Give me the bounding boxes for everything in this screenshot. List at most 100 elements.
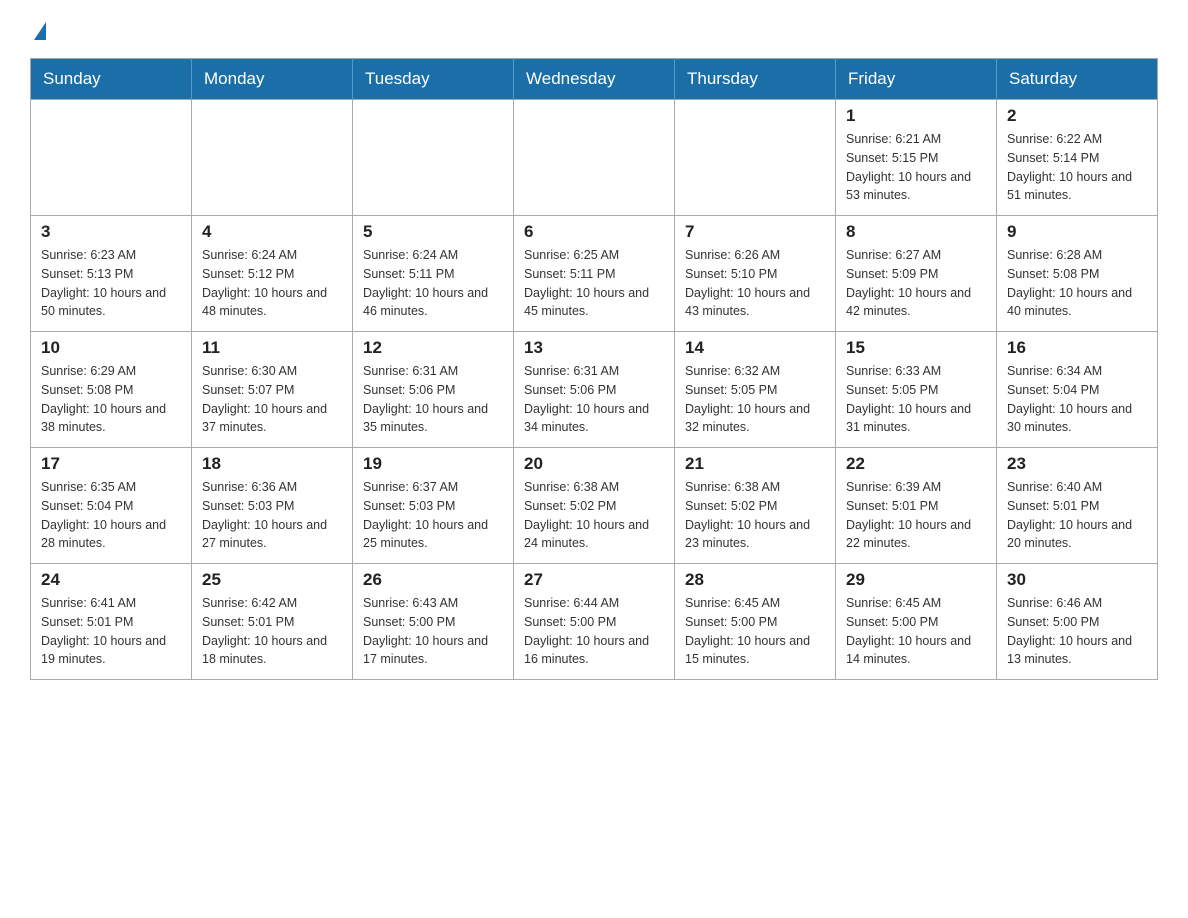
- calendar-cell: 7 Sunrise: 6:26 AMSunset: 5:10 PMDaylight…: [675, 216, 836, 332]
- calendar-cell: 21 Sunrise: 6:38 AMSunset: 5:02 PMDayligh…: [675, 448, 836, 564]
- calendar-cell: 20 Sunrise: 6:38 AMSunset: 5:02 PMDayligh…: [514, 448, 675, 564]
- calendar-cell: [353, 100, 514, 216]
- day-number: 10: [41, 338, 181, 358]
- day-number: 9: [1007, 222, 1147, 242]
- day-number: 1: [846, 106, 986, 126]
- day-info: Sunrise: 6:37 AMSunset: 5:03 PMDaylight:…: [363, 478, 503, 553]
- day-info: Sunrise: 6:31 AMSunset: 5:06 PMDaylight:…: [363, 362, 503, 437]
- day-info: Sunrise: 6:33 AMSunset: 5:05 PMDaylight:…: [846, 362, 986, 437]
- week-row-1: 1 Sunrise: 6:21 AMSunset: 5:15 PMDaylight…: [31, 100, 1158, 216]
- day-number: 20: [524, 454, 664, 474]
- weekday-header-row: SundayMondayTuesdayWednesdayThursdayFrid…: [31, 59, 1158, 100]
- day-number: 25: [202, 570, 342, 590]
- calendar-cell: 2 Sunrise: 6:22 AMSunset: 5:14 PMDaylight…: [997, 100, 1158, 216]
- weekday-header-friday: Friday: [836, 59, 997, 100]
- day-number: 30: [1007, 570, 1147, 590]
- day-info: Sunrise: 6:29 AMSunset: 5:08 PMDaylight:…: [41, 362, 181, 437]
- day-info: Sunrise: 6:34 AMSunset: 5:04 PMDaylight:…: [1007, 362, 1147, 437]
- day-info: Sunrise: 6:32 AMSunset: 5:05 PMDaylight:…: [685, 362, 825, 437]
- day-number: 22: [846, 454, 986, 474]
- calendar-cell: 28 Sunrise: 6:45 AMSunset: 5:00 PMDayligh…: [675, 564, 836, 680]
- calendar-cell: 5Sunrise: 6:24 AMSunset: 5:11 PMDaylight…: [353, 216, 514, 332]
- calendar-cell: 17Sunrise: 6:35 AMSunset: 5:04 PMDayligh…: [31, 448, 192, 564]
- weekday-header-monday: Monday: [192, 59, 353, 100]
- calendar-cell: 27Sunrise: 6:44 AMSunset: 5:00 PMDayligh…: [514, 564, 675, 680]
- week-row-3: 10 Sunrise: 6:29 AMSunset: 5:08 PMDayligh…: [31, 332, 1158, 448]
- day-info: Sunrise: 6:24 AMSunset: 5:11 PMDaylight:…: [363, 246, 503, 321]
- day-info: Sunrise: 6:36 AMSunset: 5:03 PMDaylight:…: [202, 478, 342, 553]
- calendar-cell: 8 Sunrise: 6:27 AMSunset: 5:09 PMDaylight…: [836, 216, 997, 332]
- day-info: Sunrise: 6:38 AMSunset: 5:02 PMDaylight:…: [685, 478, 825, 553]
- calendar-cell: 6 Sunrise: 6:25 AMSunset: 5:11 PMDaylight…: [514, 216, 675, 332]
- calendar-cell: 29 Sunrise: 6:45 AMSunset: 5:00 PMDayligh…: [836, 564, 997, 680]
- day-info: Sunrise: 6:28 AMSunset: 5:08 PMDaylight:…: [1007, 246, 1147, 321]
- day-info: Sunrise: 6:23 AMSunset: 5:13 PMDaylight:…: [41, 246, 181, 321]
- calendar-cell: [192, 100, 353, 216]
- day-info: Sunrise: 6:27 AMSunset: 5:09 PMDaylight:…: [846, 246, 986, 321]
- day-info: Sunrise: 6:43 AMSunset: 5:00 PMDaylight:…: [363, 594, 503, 669]
- day-number: 18: [202, 454, 342, 474]
- day-number: 16: [1007, 338, 1147, 358]
- day-info: Sunrise: 6:45 AMSunset: 5:00 PMDaylight:…: [846, 594, 986, 669]
- day-info: Sunrise: 6:45 AMSunset: 5:00 PMDaylight:…: [685, 594, 825, 669]
- calendar-cell: [31, 100, 192, 216]
- calendar-table: SundayMondayTuesdayWednesdayThursdayFrid…: [30, 58, 1158, 680]
- calendar-cell: 15 Sunrise: 6:33 AMSunset: 5:05 PMDayligh…: [836, 332, 997, 448]
- calendar-cell: 3 Sunrise: 6:23 AMSunset: 5:13 PMDaylight…: [31, 216, 192, 332]
- weekday-header-sunday: Sunday: [31, 59, 192, 100]
- day-number: 21: [685, 454, 825, 474]
- calendar-cell: 1 Sunrise: 6:21 AMSunset: 5:15 PMDaylight…: [836, 100, 997, 216]
- day-info: Sunrise: 6:30 AMSunset: 5:07 PMDaylight:…: [202, 362, 342, 437]
- day-number: 7: [685, 222, 825, 242]
- day-info: Sunrise: 6:41 AMSunset: 5:01 PMDaylight:…: [41, 594, 181, 669]
- calendar-cell: 16 Sunrise: 6:34 AMSunset: 5:04 PMDayligh…: [997, 332, 1158, 448]
- day-number: 2: [1007, 106, 1147, 126]
- weekday-header-wednesday: Wednesday: [514, 59, 675, 100]
- calendar-cell: 23 Sunrise: 6:40 AMSunset: 5:01 PMDayligh…: [997, 448, 1158, 564]
- day-info: Sunrise: 6:38 AMSunset: 5:02 PMDaylight:…: [524, 478, 664, 553]
- calendar-cell: 24 Sunrise: 6:41 AMSunset: 5:01 PMDayligh…: [31, 564, 192, 680]
- day-info: Sunrise: 6:25 AMSunset: 5:11 PMDaylight:…: [524, 246, 664, 321]
- logo-triangle-icon: [34, 22, 46, 40]
- day-number: 8: [846, 222, 986, 242]
- day-number: 26: [363, 570, 503, 590]
- calendar-cell: [675, 100, 836, 216]
- day-number: 29: [846, 570, 986, 590]
- day-info: Sunrise: 6:24 AMSunset: 5:12 PMDaylight:…: [202, 246, 342, 321]
- calendar-cell: 19Sunrise: 6:37 AMSunset: 5:03 PMDayligh…: [353, 448, 514, 564]
- week-row-4: 17Sunrise: 6:35 AMSunset: 5:04 PMDayligh…: [31, 448, 1158, 564]
- day-number: 3: [41, 222, 181, 242]
- calendar-cell: 18 Sunrise: 6:36 AMSunset: 5:03 PMDayligh…: [192, 448, 353, 564]
- calendar-cell: 14 Sunrise: 6:32 AMSunset: 5:05 PMDayligh…: [675, 332, 836, 448]
- logo: [30, 20, 46, 38]
- calendar-cell: 11Sunrise: 6:30 AMSunset: 5:07 PMDayligh…: [192, 332, 353, 448]
- day-info: Sunrise: 6:22 AMSunset: 5:14 PMDaylight:…: [1007, 130, 1147, 205]
- calendar-cell: 26 Sunrise: 6:43 AMSunset: 5:00 PMDayligh…: [353, 564, 514, 680]
- day-number: 6: [524, 222, 664, 242]
- day-info: Sunrise: 6:35 AMSunset: 5:04 PMDaylight:…: [41, 478, 181, 553]
- day-number: 12: [363, 338, 503, 358]
- calendar-cell: 4 Sunrise: 6:24 AMSunset: 5:12 PMDaylight…: [192, 216, 353, 332]
- calendar-cell: 9 Sunrise: 6:28 AMSunset: 5:08 PMDaylight…: [997, 216, 1158, 332]
- day-number: 23: [1007, 454, 1147, 474]
- calendar-cell: 13Sunrise: 6:31 AMSunset: 5:06 PMDayligh…: [514, 332, 675, 448]
- day-info: Sunrise: 6:39 AMSunset: 5:01 PMDaylight:…: [846, 478, 986, 553]
- day-info: Sunrise: 6:31 AMSunset: 5:06 PMDaylight:…: [524, 362, 664, 437]
- day-info: Sunrise: 6:40 AMSunset: 5:01 PMDaylight:…: [1007, 478, 1147, 553]
- weekday-header-saturday: Saturday: [997, 59, 1158, 100]
- day-number: 24: [41, 570, 181, 590]
- calendar-cell: 25 Sunrise: 6:42 AMSunset: 5:01 PMDayligh…: [192, 564, 353, 680]
- calendar-cell: 12 Sunrise: 6:31 AMSunset: 5:06 PMDayligh…: [353, 332, 514, 448]
- day-number: 28: [685, 570, 825, 590]
- day-info: Sunrise: 6:21 AMSunset: 5:15 PMDaylight:…: [846, 130, 986, 205]
- weekday-header-tuesday: Tuesday: [353, 59, 514, 100]
- week-row-2: 3 Sunrise: 6:23 AMSunset: 5:13 PMDaylight…: [31, 216, 1158, 332]
- calendar-cell: [514, 100, 675, 216]
- week-row-5: 24 Sunrise: 6:41 AMSunset: 5:01 PMDayligh…: [31, 564, 1158, 680]
- day-number: 15: [846, 338, 986, 358]
- day-info: Sunrise: 6:26 AMSunset: 5:10 PMDaylight:…: [685, 246, 825, 321]
- day-info: Sunrise: 6:46 AMSunset: 5:00 PMDaylight:…: [1007, 594, 1147, 669]
- day-number: 4: [202, 222, 342, 242]
- day-number: 14: [685, 338, 825, 358]
- day-info: Sunrise: 6:42 AMSunset: 5:01 PMDaylight:…: [202, 594, 342, 669]
